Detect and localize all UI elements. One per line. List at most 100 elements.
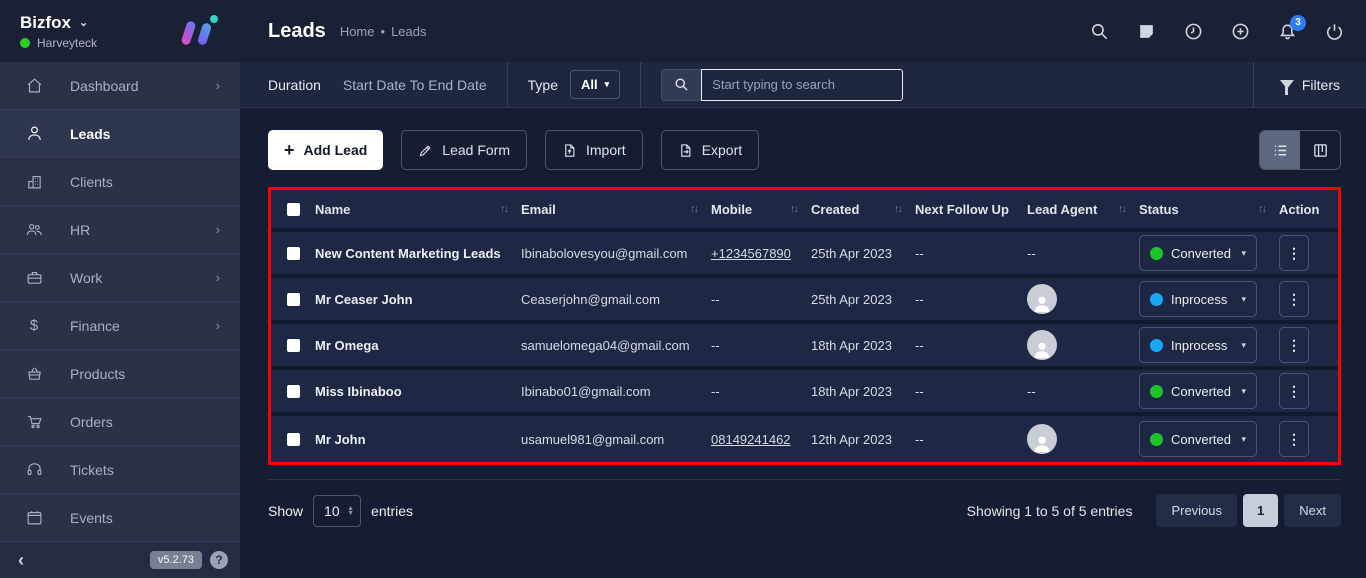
sort-icon[interactable]: ↑↓	[690, 203, 711, 215]
caret-down-icon: ▾	[1241, 248, 1246, 259]
row-actions-button[interactable]: ⋮	[1279, 373, 1309, 409]
collapse-sidebar-icon[interactable]: ‹	[18, 550, 24, 571]
add-circle-icon[interactable]	[1231, 22, 1250, 41]
select-all-checkbox[interactable]	[287, 203, 300, 216]
add-lead-button[interactable]: + Add Lead	[268, 130, 383, 170]
breadcrumb-home[interactable]: Home	[340, 24, 375, 39]
table-row: Mr Ceaser John Ceaserjohn@gmail.com -- 2…	[271, 278, 1338, 324]
lead-name[interactable]: Mr Omega	[315, 338, 521, 353]
content: + Add Lead Lead Form Import Export	[240, 108, 1366, 578]
lead-name[interactable]: New Content Marketing Leads	[315, 246, 521, 261]
sidebar-item-label: HR	[70, 222, 90, 238]
lead-created: 25th Apr 2023	[811, 246, 915, 261]
lead-mobile-link[interactable]: +1234567890	[711, 246, 791, 261]
lead-form-label: Lead Form	[442, 142, 510, 158]
sort-icon[interactable]: ↑↓	[1118, 203, 1139, 215]
row-actions-button[interactable]: ⋮	[1279, 235, 1309, 271]
sidebar-item-tickets[interactable]: Tickets	[0, 446, 240, 494]
lead-email: Ceaserjohn@gmail.com	[521, 292, 711, 307]
export-button[interactable]: Export	[661, 130, 759, 170]
sort-icon[interactable]: ↑↓	[500, 203, 521, 215]
row-actions-button[interactable]: ⋮	[1279, 281, 1309, 317]
row-checkbox[interactable]	[287, 247, 300, 260]
notes-icon[interactable]	[1137, 22, 1156, 41]
sidebar-item-events[interactable]: Events	[0, 494, 240, 542]
table-footer: Show 10 ▲▼ entries Showing 1 to 5 of 5 e…	[268, 479, 1341, 545]
page-size-input[interactable]: 10 ▲▼	[313, 495, 361, 527]
help-icon[interactable]: ?	[210, 551, 228, 569]
entries-summary: Showing 1 to 5 of 5 entries	[967, 503, 1133, 519]
row-actions-button[interactable]: ⋮	[1279, 421, 1309, 457]
page-number-button[interactable]: 1	[1243, 494, 1278, 527]
date-range-field[interactable]: Start Date To End Date	[343, 77, 487, 93]
lead-email: usamuel981@gmail.com	[521, 432, 711, 447]
row-checkbox[interactable]	[287, 433, 300, 446]
search-icon[interactable]	[661, 69, 701, 101]
filters-button[interactable]: Filters	[1253, 62, 1366, 108]
clock-icon[interactable]	[1184, 22, 1203, 41]
chevron-right-icon: ›	[216, 78, 220, 93]
status-dropdown[interactable]: Converted▾	[1139, 235, 1257, 271]
sort-icon[interactable]: ↑↓	[790, 203, 811, 215]
type-value: All	[581, 77, 598, 92]
sidebar-item-clients[interactable]: Clients	[0, 158, 240, 206]
lead-name[interactable]: Mr Ceaser John	[315, 292, 521, 307]
person-icon	[24, 125, 44, 142]
lead-next-follow-up: --	[915, 432, 1027, 447]
sidebar-item-finance[interactable]: $ Finance ›	[0, 302, 240, 350]
sidebar-item-orders[interactable]: Orders	[0, 398, 240, 446]
workspace-switcher[interactable]: Bizfox ⌄	[20, 13, 97, 33]
sidebar-item-label: Finance	[70, 318, 120, 334]
status-label: Converted	[1171, 432, 1231, 447]
search-input[interactable]	[701, 69, 903, 101]
col-action: Action	[1279, 202, 1319, 217]
row-checkbox[interactable]	[287, 293, 300, 306]
app-root: Bizfox ⌄ Harveyteck Dashboard › Leads	[0, 0, 1366, 578]
status-dropdown[interactable]: Converted▾	[1139, 421, 1257, 457]
sidebar-item-label: Tickets	[70, 462, 114, 478]
sort-icon[interactable]: ↑↓	[1258, 203, 1279, 215]
table-row: New Content Marketing Leads Ibinaboloves…	[271, 232, 1338, 278]
caret-down-icon: ▾	[1241, 294, 1246, 305]
sidebar-item-dashboard[interactable]: Dashboard ›	[0, 62, 240, 110]
previous-page-button[interactable]: Previous	[1156, 494, 1237, 527]
next-page-button[interactable]: Next	[1284, 494, 1341, 527]
status-dropdown[interactable]: Inprocess ▾	[1139, 327, 1257, 363]
lead-mobile-link[interactable]: 08149241462	[711, 432, 791, 447]
col-lead-agent: Lead Agent	[1027, 202, 1097, 217]
leads-table: Name↑↓ Email↑↓ Mobile↑↓ Created↑↓ Next F…	[268, 187, 1341, 465]
lead-name[interactable]: Miss Ibinaboo	[315, 384, 521, 399]
sidebar-item-products[interactable]: Products	[0, 350, 240, 398]
import-button[interactable]: Import	[545, 130, 643, 170]
search-icon[interactable]	[1090, 22, 1109, 41]
brand-name: Bizfox	[20, 13, 71, 33]
sidebar-item-work[interactable]: Work ›	[0, 254, 240, 302]
status-label: Inprocess	[1171, 338, 1227, 353]
building-icon	[24, 173, 44, 190]
row-checkbox[interactable]	[287, 385, 300, 398]
row-actions-button[interactable]: ⋮	[1279, 327, 1309, 363]
bell-icon[interactable]: 3	[1278, 22, 1297, 41]
list-view-button[interactable]	[1260, 131, 1300, 169]
search-group	[661, 69, 903, 101]
kanban-view-button[interactable]	[1300, 131, 1340, 169]
lead-form-button[interactable]: Lead Form	[401, 130, 527, 170]
sidebar-item-leads[interactable]: Leads	[0, 110, 240, 158]
sort-icon[interactable]: ↑↓	[894, 203, 915, 215]
status-dropdown[interactable]: Converted▾	[1139, 373, 1257, 409]
caret-down-icon: ▾	[605, 79, 610, 90]
chevron-down-icon: ⌄	[79, 16, 88, 29]
show-label: Show	[268, 503, 303, 519]
spinner-icon[interactable]: ▲▼	[347, 506, 354, 516]
caret-down-icon: ▾	[1241, 340, 1246, 351]
type-dropdown[interactable]: All ▾	[570, 70, 620, 99]
row-checkbox[interactable]	[287, 339, 300, 352]
filters-button-label: Filters	[1302, 77, 1340, 93]
briefcase-icon	[24, 269, 44, 286]
sidebar-brand: Bizfox ⌄ Harveyteck	[0, 0, 240, 62]
status-dropdown[interactable]: Inprocess▾	[1139, 281, 1257, 317]
lead-name[interactable]: Mr John	[315, 432, 521, 447]
power-icon[interactable]	[1325, 22, 1344, 41]
sidebar-item-hr[interactable]: HR ›	[0, 206, 240, 254]
file-export-icon	[678, 143, 693, 158]
